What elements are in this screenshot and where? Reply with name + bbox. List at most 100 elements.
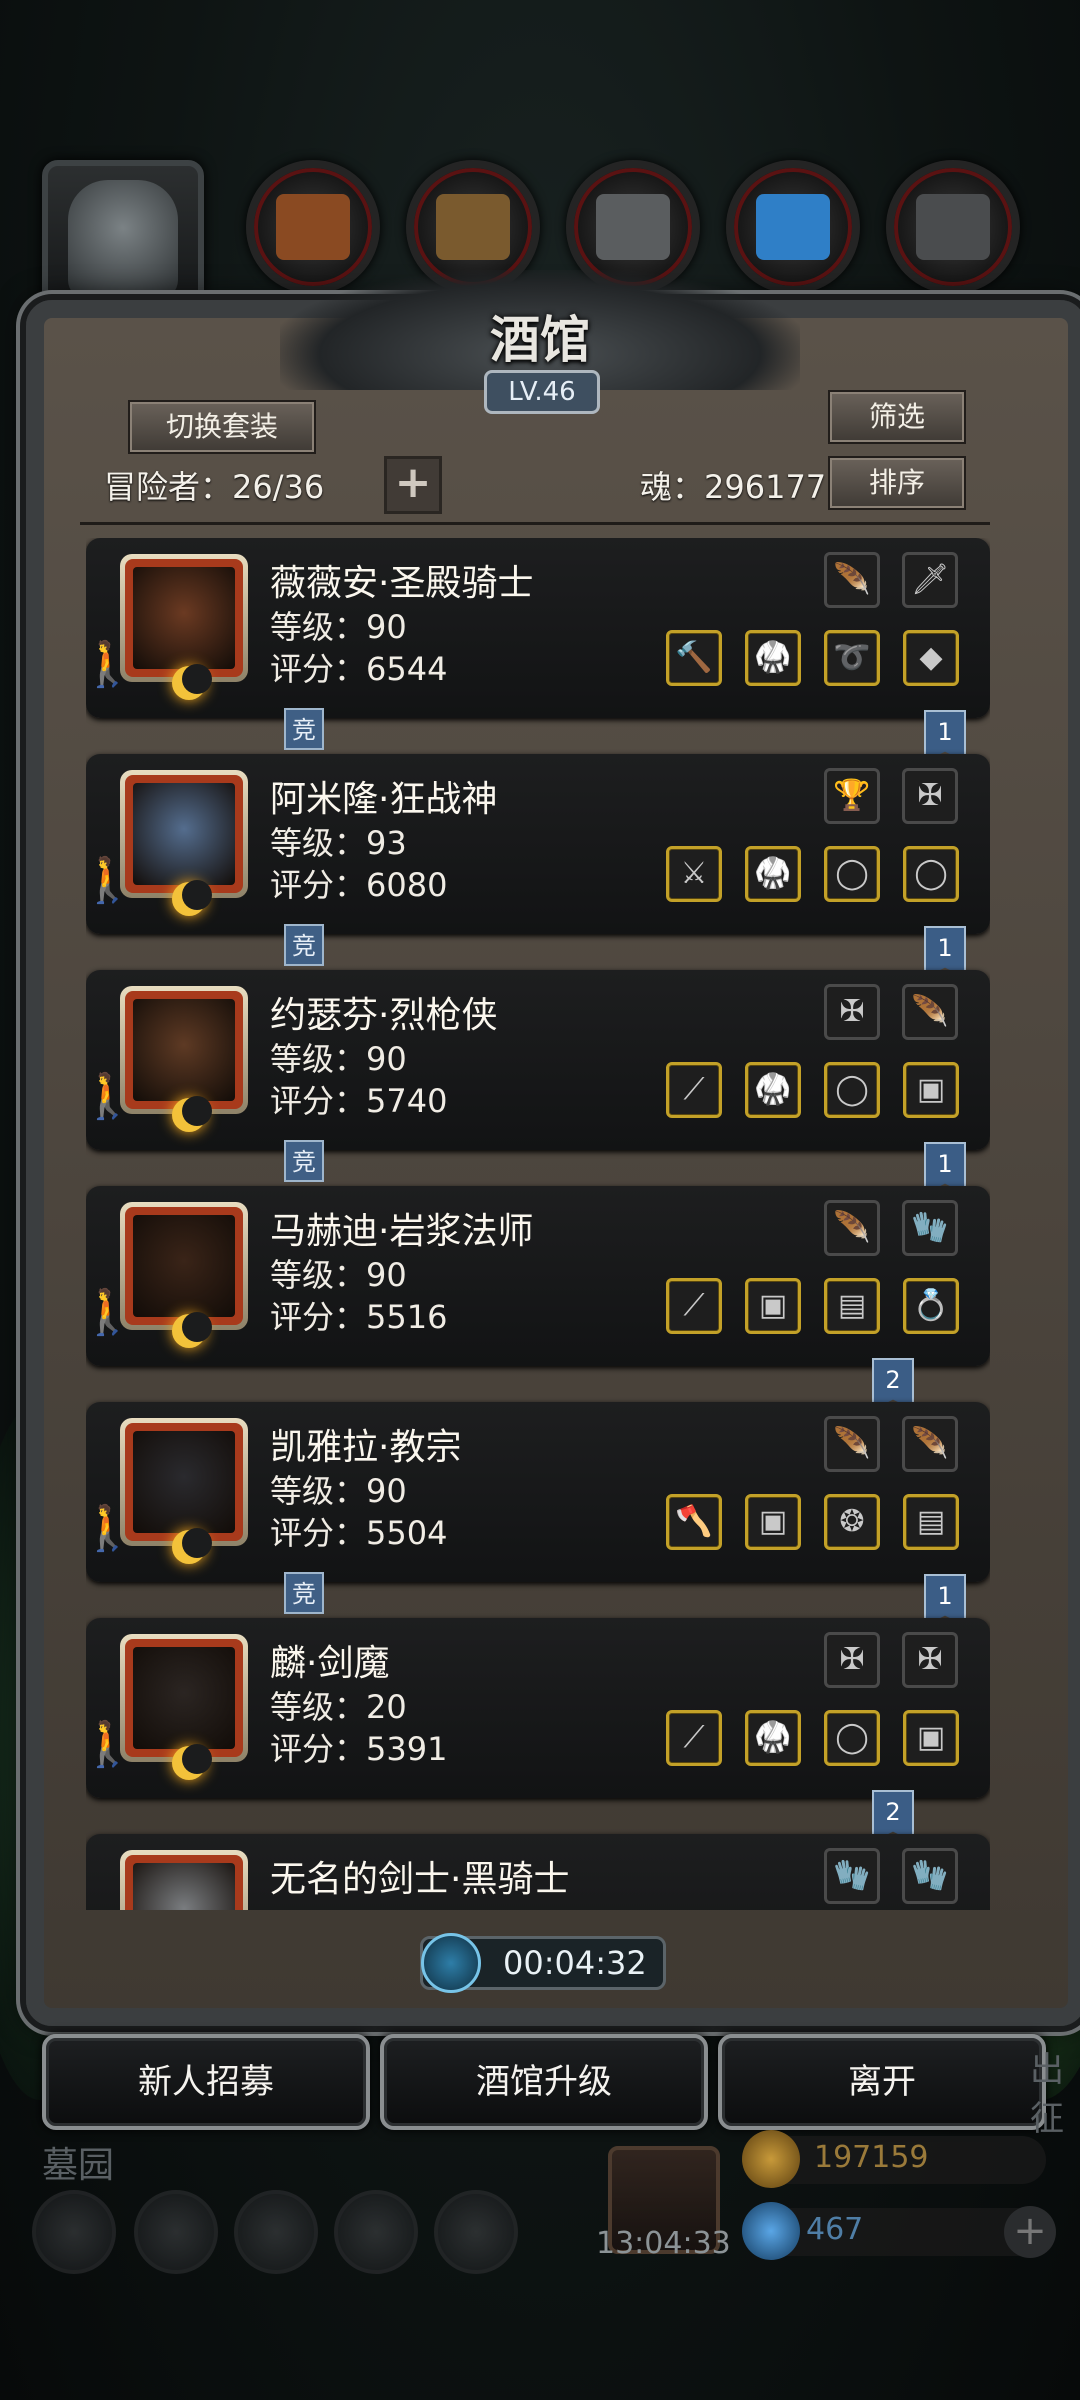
hero-portrait[interactable] [120,554,248,682]
hero-name: 无名的剑士·黑骑士 [270,1859,570,1900]
equipment-slot[interactable]: 🔨 [666,630,722,686]
sort-button[interactable]: 排序 [828,456,966,510]
wood-plank-icon [436,194,510,260]
equipment-slot[interactable]: 🪶 [902,1416,958,1472]
equipment-slot[interactable]: 🪶 [902,984,958,1040]
arena-tag: 竞 [284,1140,324,1182]
equipment-slot[interactable]: ◯ [824,1710,880,1766]
hero-score: 评分：5740 [270,1082,448,1120]
add-gems-button[interactable]: + [1004,2206,1056,2258]
equipment-slot[interactable]: ✠ [902,768,958,824]
hero-card[interactable]: 🚶 马赫迪·岩浆法师 等级：90 评分：5516 🪶 🧤 ⟋ ▣ ▤ 💍 [86,1186,990,1366]
equipment-slot[interactable]: 🧤 [824,1848,880,1904]
hero-card[interactable]: 🚶 阿米隆·狂战神 等级：93 评分：6080 🏆 ✠ ⚔ 🥋 ◯ ◯ [86,754,990,934]
equipment-slot[interactable]: 🗡 [902,552,958,608]
walking-figure-icon: 🚶 [86,1287,135,1338]
equipment-slot[interactable]: 🏆 [824,768,880,824]
equipment-slot[interactable]: 🪶 [824,1200,880,1256]
hero-list[interactable]: 🚶 薇薇安·圣殿骑士 等级：90 评分：6544 🪶 🗡 🔨 🥋 ➰ ◆ 竞 1 🚶 阿米隆·狂战神 等级：… [86,538,990,1910]
hud-gate-icon[interactable] [234,2190,318,2274]
equipment-slot[interactable]: ⟋ [666,1710,722,1766]
hud-mail-icon[interactable] [334,2190,418,2274]
gem-icon [742,2202,800,2260]
hero-portrait[interactable] [120,1850,248,1910]
equipment-slot[interactable]: ◯ [824,1062,880,1118]
hero-level: 等级：90 [270,1256,407,1294]
equipment-slot[interactable]: ◯ [824,846,880,902]
hero-face-image [133,783,235,885]
equipment-slot[interactable]: 🧤 [902,1200,958,1256]
equipment-slot[interactable]: ⟋ [666,1278,722,1334]
equipment-slot[interactable]: 💍 [903,1278,959,1334]
equipment-slot[interactable]: 🥋 [745,630,801,686]
hero-card[interactable]: 🚶 凯雅拉·教宗 等级：90 评分：5504 🪶 🪶 🪓 ▣ ❂ ▤ [86,1402,990,1582]
hero-card[interactable]: 🚶 薇薇安·圣殿骑士 等级：90 评分：6544 🪶 🗡 🔨 🥋 ➰ ◆ [86,538,990,718]
equipment-slot[interactable]: ▤ [903,1494,959,1550]
gold-coin-icon [742,2130,800,2188]
crescent-moon-icon [172,1096,212,1132]
equipment-slot[interactable]: 🪓 [666,1494,722,1550]
filter-button[interactable]: 筛选 [828,390,966,444]
area-name: 墓园 [42,2145,115,2186]
equipment-slot[interactable]: 🥋 [745,1710,801,1766]
equipment-slot[interactable]: ▣ [903,1710,959,1766]
hud-star-icon[interactable] [134,2190,218,2274]
equipment-slot[interactable]: ⟋ [666,1062,722,1118]
equipment-slot[interactable]: ◯ [903,846,959,902]
header-divider [80,522,990,525]
hero-level: 等级：90 [270,608,407,646]
gift-timer: 13:04:33 [596,2226,731,2261]
equipment-slot[interactable]: ▤ [824,1278,880,1334]
hero-name: 凯雅拉·教宗 [270,1427,462,1468]
equipment-slot[interactable]: ◆ [903,630,959,686]
iron-ingot-icon [596,194,670,260]
leave-button[interactable]: 离开 [718,2034,1046,2130]
walking-figure-icon: 🚶 [86,1071,135,1122]
hero-portrait[interactable] [120,986,248,1114]
add-adventurer-slot-button[interactable]: + [384,456,442,514]
equipment-slot[interactable]: ❂ [824,1494,880,1550]
equipment-slot[interactable]: ✠ [902,1632,958,1688]
arena-tag: 竞 [284,924,324,966]
switch-outfit-button[interactable]: 切换套装 [128,400,316,454]
hero-card[interactable]: 🚶 麟·剑魔 等级：20 评分：5391 ✠ ✠ ⟋ 🥋 ◯ ▣ [86,1618,990,1798]
tab-dragon-helmet[interactable] [42,160,204,322]
walking-figure-icon: 🚶 [86,639,135,690]
timer-bar: 00:04:32 [420,1933,666,1993]
hud-helmet-icon[interactable] [434,2190,518,2274]
hero-card[interactable]: 🚶无名的剑士·黑骑士🧤🧤 [86,1834,990,1910]
arena-tag: 竞 [284,708,324,750]
hero-name: 马赫迪·岩浆法师 [270,1211,534,1252]
tab-stone[interactable] [886,160,1020,294]
equipment-slot[interactable]: ▣ [745,1278,801,1334]
equipment-slot[interactable]: ▣ [745,1494,801,1550]
equipment-slot[interactable]: 🥋 [745,1062,801,1118]
gem-amount: 467 [806,2212,864,2247]
hud-gear-icon[interactable] [32,2190,116,2274]
equipment-slot[interactable]: ➰ [824,630,880,686]
hero-name: 薇薇安·圣殿骑士 [270,563,534,604]
equipment-slot[interactable]: ✠ [824,1632,880,1688]
stone-icon [916,194,990,260]
upgrade-tavern-button[interactable]: 酒馆升级 [380,2034,708,2130]
equipment-slot[interactable]: 🪶 [824,1416,880,1472]
hero-face-image [133,999,235,1101]
equipment-slot[interactable]: ✠ [824,984,880,1040]
crescent-moon-icon [172,1312,212,1348]
hero-portrait[interactable] [120,1418,248,1546]
equipment-slot[interactable]: 🥋 [745,846,801,902]
hero-portrait[interactable] [120,1202,248,1330]
hero-card[interactable]: 🚶 约瑟芬·烈枪侠 等级：90 评分：5740 ✠ 🪶 ⟋ 🥋 ◯ ▣ [86,970,990,1150]
equipment-slot[interactable]: 🪶 [824,552,880,608]
equipment-slot[interactable]: ▣ [903,1062,959,1118]
hero-portrait[interactable] [120,1634,248,1762]
equipment-slot[interactable]: 🧤 [902,1848,958,1904]
hero-portrait[interactable] [120,770,248,898]
recruit-button[interactable]: 新人招募 [42,2034,370,2130]
leather-icon [276,194,350,260]
equipment-slot[interactable]: ⚔ [666,846,722,902]
hero-score: 评分：6544 [270,650,448,688]
hero-score: 评分：5516 [270,1298,448,1336]
gold-amount: 197159 [814,2140,929,2175]
crescent-moon-icon [172,664,212,700]
